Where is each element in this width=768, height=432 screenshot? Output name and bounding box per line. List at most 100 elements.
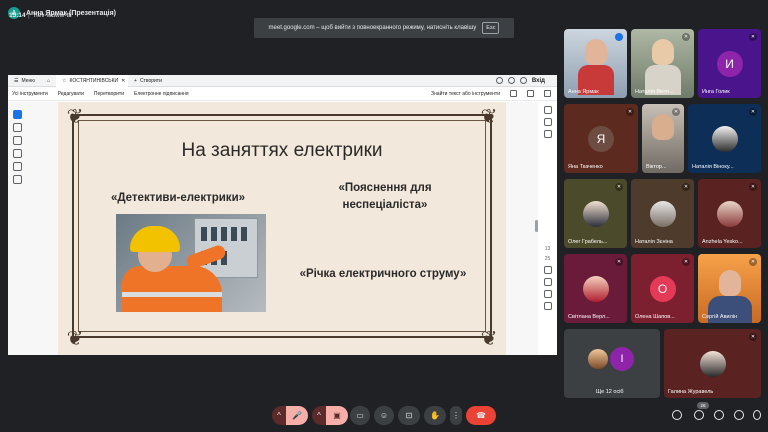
participant-tile[interactable]: О ✕ Олена Шапов... (631, 254, 694, 323)
people-icon[interactable] (694, 410, 704, 420)
participant-name: Яна Ткаченко (568, 164, 603, 170)
more-icon: ⋮ (452, 411, 460, 420)
mic-off-icon: ✕ (749, 33, 757, 41)
hand-icon[interactable] (543, 266, 552, 274)
bookmark-icon[interactable] (543, 118, 552, 126)
hard-hat-icon (130, 226, 180, 252)
ornament-icon: ❦ (66, 328, 84, 350)
fullscreen-toast: meet.google.com – щоб вийти з повноекран… (254, 18, 514, 38)
more-participants-label: Ще 12 осіб (596, 389, 624, 395)
participant-name: Инга Голик (702, 89, 730, 95)
mic-off-icon: ✕ (749, 333, 757, 341)
mic-off-icon: ✕ (672, 108, 680, 116)
participant-tile[interactable]: ✕ Наталія Віноку... (688, 104, 761, 173)
edit-button[interactable]: Редагувати (58, 91, 84, 97)
participant-name: Сергій Авилін (702, 314, 738, 320)
comment-icon[interactable] (543, 106, 552, 114)
participant-tile[interactable]: ✕ Світлана Верл... (564, 254, 627, 323)
tab-menu[interactable]: ☰ Меню (8, 75, 41, 87)
participant-tile[interactable]: ✕ Олег Грабель... (564, 179, 627, 248)
participant-avatar (699, 350, 726, 377)
close-icon[interactable]: ✕ (121, 78, 125, 84)
sign-in-button[interactable]: Вхід (532, 78, 545, 84)
all-tools-button[interactable]: Усі інструменти (12, 91, 48, 97)
participant-avatar (711, 125, 738, 152)
participant-tile[interactable]: ✕ Anzhela Yesko... (698, 179, 761, 248)
help-icon[interactable] (495, 77, 503, 84)
hand-icon: ✋ (430, 411, 440, 420)
participant-tile[interactable]: Анна Ярмак (564, 29, 627, 98)
copy-icon[interactable] (543, 130, 552, 138)
reactions-button[interactable]: ☺ (374, 406, 394, 425)
zoom-icon[interactable] (12, 123, 22, 132)
microphone-button[interactable]: 🎤 (286, 406, 308, 425)
participant-name: Олена Шапов... (635, 314, 675, 320)
page-total: 25 (544, 256, 551, 262)
participant-name: Віктор... (646, 164, 667, 170)
participant-name: Анна Ярмак (568, 89, 599, 95)
cursor-icon[interactable] (12, 110, 22, 119)
tab-document[interactable]: ☆ КОСТЯНТИНІВСЬКИ ✕ (56, 75, 129, 87)
save-icon[interactable] (510, 90, 517, 97)
more-participants-tile[interactable]: І Ще 12 осіб (564, 329, 660, 398)
participant-tile[interactable]: ✕ Галина Журавель (664, 329, 761, 398)
present-button[interactable]: ⊡ (398, 406, 420, 425)
stamp-icon[interactable] (12, 175, 22, 184)
zoom-out-icon[interactable] (543, 302, 552, 310)
participant-tile[interactable]: ✕ Наталія Вікто... (631, 29, 694, 98)
lasso-icon[interactable] (12, 149, 22, 158)
speaking-icon (615, 33, 623, 41)
slide-item-2: «Пояснення для неспеціаліста» (338, 182, 432, 211)
info-icon[interactable] (672, 410, 682, 420)
convert-button[interactable]: Перетворити (94, 91, 124, 97)
activities-icon[interactable] (734, 410, 744, 420)
text-select-icon[interactable] (12, 162, 22, 171)
bell-icon[interactable] (507, 77, 515, 84)
participant-avatar (582, 275, 609, 302)
print-icon[interactable] (527, 90, 534, 97)
ornament-icon: ❦ (480, 328, 498, 350)
rotate-icon[interactable] (543, 278, 552, 286)
leave-call-button[interactable]: ☎ (466, 406, 496, 425)
home-icon: ⌂ (47, 77, 51, 84)
camera-off-icon: ▣ (333, 411, 341, 420)
participant-tile[interactable]: ✕ Наталія Зєніна (631, 179, 694, 248)
right-toolbar: 13 25 (538, 102, 557, 355)
e-sign-button[interactable]: Електронне підписання (134, 91, 189, 97)
esc-key[interactable]: Esc (482, 22, 500, 34)
participant-tile[interactable]: Я ✕ Яна Ткаченко (564, 104, 638, 173)
participant-name: Наталія Віноку... (692, 164, 734, 170)
captions-button[interactable]: ▭ (350, 406, 370, 425)
left-toolbar (10, 110, 24, 184)
chat-icon[interactable] (714, 410, 724, 420)
star-icon: ☆ (62, 77, 67, 84)
participant-face (651, 39, 674, 65)
more-options-button[interactable]: ⋮ (450, 406, 462, 425)
mic-off-icon: ✕ (615, 183, 623, 191)
participant-tile[interactable]: ✕ Сергій Авилін (698, 254, 761, 323)
apps-icon[interactable] (519, 77, 527, 84)
participant-tile[interactable]: ✕ Віктор... (642, 104, 684, 173)
raise-hand-button[interactable]: ✋ (424, 406, 446, 425)
emoji-icon: ☺ (379, 411, 389, 420)
participant-face (652, 114, 674, 140)
camera-options-button[interactable]: ^ (312, 406, 326, 425)
search-tools-input[interactable]: Знайти текст або інструменти (431, 91, 500, 97)
home-tab[interactable]: ⌂ (41, 75, 56, 87)
separator: | (28, 12, 30, 19)
captions-icon: ▭ (356, 411, 364, 420)
mic-options-button[interactable]: ^ (272, 406, 286, 425)
host-controls-icon[interactable] (753, 410, 761, 420)
share-icon[interactable] (544, 90, 551, 97)
mic-off-icon: ✕ (682, 258, 690, 266)
tab-new[interactable]: + Створити (128, 75, 168, 87)
zoom-in-icon[interactable] (543, 290, 552, 298)
participant-initial: О (649, 275, 676, 302)
worker-body (122, 266, 222, 312)
camera-button[interactable]: ▣ (326, 406, 348, 425)
participant-name: Світлана Верл... (568, 314, 610, 320)
participant-face (718, 270, 741, 296)
fullscreen-hint: meet.google.com – щоб вийти з повноекран… (268, 25, 477, 31)
participant-tile[interactable]: И ✕ Инга Голик (698, 29, 761, 98)
pen-icon[interactable] (12, 136, 22, 145)
